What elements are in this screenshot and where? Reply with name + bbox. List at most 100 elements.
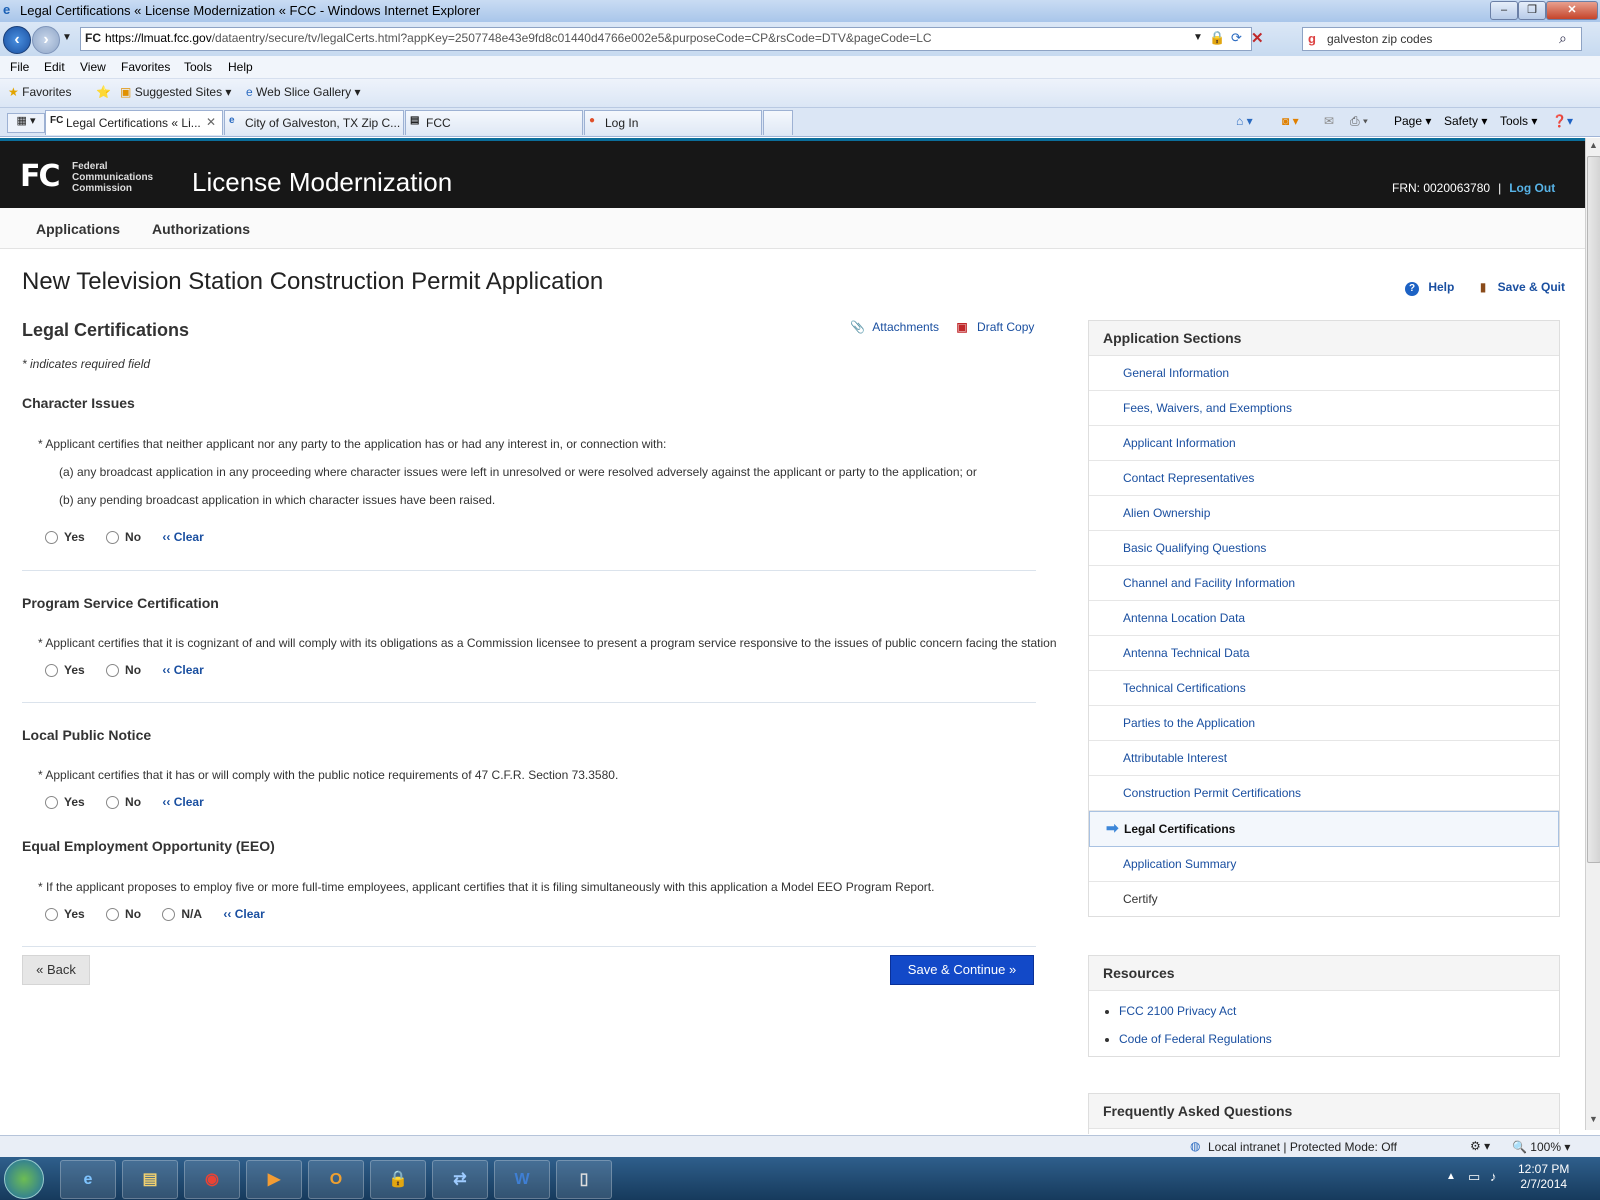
lock-icon[interactable]: 🔒 bbox=[1209, 30, 1225, 46]
help-menu-icon[interactable]: ❓▾ bbox=[1552, 114, 1573, 128]
close-window-button[interactable]: ✕ bbox=[1546, 1, 1598, 20]
tab-legal-certifications[interactable]: FC Legal Certifications « Li... ✕ bbox=[45, 110, 223, 135]
resource-item[interactable]: FCC 2100 Privacy Act bbox=[1089, 997, 1559, 1025]
minimize-button[interactable]: – bbox=[1490, 1, 1518, 20]
scroll-up-icon[interactable]: ▲ bbox=[1589, 140, 1598, 150]
refresh-icon[interactable]: ⟳ bbox=[1231, 30, 1242, 46]
logout-link[interactable]: Log Out bbox=[1509, 181, 1555, 195]
new-tab-button[interactable] bbox=[763, 110, 793, 135]
tray-expand-icon[interactable]: ▲ bbox=[1446, 1171, 1456, 1182]
tray-volume-icon[interactable]: ♪ bbox=[1490, 1169, 1497, 1184]
recent-pages-dropdown[interactable]: ▼ bbox=[62, 32, 72, 43]
sidebar-item-fees-waivers[interactable]: Fees, Waivers, and Exemptions bbox=[1089, 391, 1559, 426]
taskbar-outlook-icon[interactable]: O bbox=[308, 1160, 364, 1199]
eeo-clear-link[interactable]: ‹‹ Clear bbox=[223, 907, 264, 921]
sidebar-item-technical-certifications[interactable]: Technical Certifications bbox=[1089, 671, 1559, 706]
taskbar-security-icon[interactable]: 🔒 bbox=[370, 1160, 426, 1199]
favorites-button[interactable]: ★ Favorites bbox=[8, 85, 71, 99]
resource-item[interactable]: Code of Federal Regulations bbox=[1089, 1025, 1559, 1053]
save-quit-link[interactable]: Save & Quit bbox=[1498, 280, 1565, 294]
sidebar-item-channel-facility[interactable]: Channel and Facility Information bbox=[1089, 566, 1559, 601]
tools-menu[interactable]: Tools ▾ bbox=[1500, 114, 1537, 128]
home-icon[interactable]: ⌂ ▾ bbox=[1236, 114, 1253, 128]
tab-close-icon[interactable]: ✕ bbox=[206, 115, 216, 129]
eeo-yes-option[interactable]: Yes bbox=[45, 907, 85, 922]
back-nav-button[interactable]: ‹ bbox=[3, 26, 31, 54]
maximize-button[interactable]: ❐ bbox=[1518, 1, 1546, 20]
stop-icon[interactable]: ✕ bbox=[1251, 29, 1264, 47]
vertical-scrollbar[interactable]: ▲ ▼ bbox=[1585, 138, 1600, 1130]
start-button[interactable] bbox=[4, 1159, 44, 1199]
address-dropdown-icon[interactable]: ▼ bbox=[1193, 32, 1203, 43]
radio-button[interactable] bbox=[162, 908, 176, 922]
protected-mode-icon[interactable]: ⚙ ▾ bbox=[1470, 1139, 1490, 1153]
sidebar-item-antenna-technical[interactable]: Antenna Technical Data bbox=[1089, 636, 1559, 671]
sidebar-item-antenna-location[interactable]: Antenna Location Data bbox=[1089, 601, 1559, 636]
radio-button[interactable] bbox=[106, 531, 120, 545]
sidebar-item-parties[interactable]: Parties to the Application bbox=[1089, 706, 1559, 741]
tray-network-icon[interactable]: ▭ bbox=[1468, 1169, 1480, 1185]
menu-edit[interactable]: Edit bbox=[44, 60, 65, 74]
program-clear-link[interactable]: ‹‹ Clear bbox=[162, 663, 203, 677]
taskbar-ie-icon[interactable]: e bbox=[60, 1160, 116, 1199]
radio-button[interactable] bbox=[106, 796, 120, 810]
taskbar-explorer-icon[interactable]: ▤ bbox=[122, 1160, 178, 1199]
notice-no-option[interactable]: No bbox=[106, 795, 141, 810]
radio-button[interactable] bbox=[45, 796, 58, 810]
eeo-no-option[interactable]: No bbox=[106, 907, 141, 922]
nav-applications[interactable]: Applications bbox=[36, 221, 120, 237]
radio-button[interactable] bbox=[45, 908, 58, 922]
radio-button[interactable] bbox=[45, 664, 58, 678]
zoom-level[interactable]: 🔍 100% ▾ bbox=[1512, 1140, 1570, 1154]
taskbar-media-icon[interactable]: ▶ bbox=[246, 1160, 302, 1199]
page-menu[interactable]: Page ▾ bbox=[1394, 114, 1431, 128]
save-continue-button[interactable]: Save & Continue » bbox=[890, 955, 1034, 985]
scroll-down-icon[interactable]: ▼ bbox=[1589, 1114, 1598, 1124]
sidebar-item-alien-ownership[interactable]: Alien Ownership bbox=[1089, 496, 1559, 531]
sidebar-item-attributable-interest[interactable]: Attributable Interest bbox=[1089, 741, 1559, 776]
menu-tools[interactable]: Tools bbox=[184, 60, 212, 74]
eeo-na-option[interactable]: N/A bbox=[162, 907, 202, 922]
sidebar-item-legal-certifications[interactable]: ➡ Legal Certifications bbox=[1089, 811, 1559, 847]
sidebar-item-contact-representatives[interactable]: Contact Representatives bbox=[1089, 461, 1559, 496]
help-link[interactable]: Help bbox=[1428, 280, 1454, 294]
add-favorite-icon[interactable]: ⭐ bbox=[96, 85, 111, 99]
draft-copy-link[interactable]: Draft Copy bbox=[977, 320, 1034, 334]
sidebar-item-applicant-information[interactable]: Applicant Information bbox=[1089, 426, 1559, 461]
sidebar-item-basic-qualifying[interactable]: Basic Qualifying Questions bbox=[1089, 531, 1559, 566]
forward-nav-button[interactable]: › bbox=[32, 26, 60, 54]
menu-view[interactable]: View bbox=[80, 60, 106, 74]
tab-fcc[interactable]: ▤ FCC bbox=[405, 110, 583, 135]
tab-log-in[interactable]: ● Log In bbox=[584, 110, 762, 135]
notice-yes-option[interactable]: Yes bbox=[45, 795, 85, 810]
suggested-sites-link[interactable]: ▣ Suggested Sites ▾ bbox=[120, 85, 231, 99]
address-bar[interactable]: FC https://lmuat.fcc.gov/dataentry/secur… bbox=[80, 27, 1264, 51]
sidebar-item-general-information[interactable]: General Information bbox=[1089, 356, 1559, 391]
back-button[interactable]: « Back bbox=[22, 955, 90, 985]
menu-favorites[interactable]: Favorites bbox=[121, 60, 170, 74]
print-icon[interactable]: ⎙ ▾ bbox=[1350, 114, 1368, 129]
taskbar-word-icon[interactable]: W bbox=[494, 1160, 550, 1199]
search-box[interactable]: g galveston zip codes ⌕ bbox=[1302, 27, 1582, 51]
system-clock[interactable]: 12:07 PM 2/7/2014 bbox=[1518, 1162, 1569, 1192]
feeds-icon[interactable]: ◙ ▾ bbox=[1282, 114, 1299, 128]
taskbar-chrome-icon[interactable]: ◉ bbox=[184, 1160, 240, 1199]
sidebar-item-cp-certifications[interactable]: Construction Permit Certifications bbox=[1089, 776, 1559, 811]
scrollbar-thumb[interactable] bbox=[1587, 156, 1600, 863]
safety-menu[interactable]: Safety ▾ bbox=[1444, 114, 1487, 128]
taskbar-network-icon[interactable]: ⇄ bbox=[432, 1160, 488, 1199]
sidebar-item-application-summary[interactable]: Application Summary bbox=[1089, 847, 1559, 882]
character-clear-link[interactable]: ‹‹ Clear bbox=[162, 530, 203, 544]
attachments-link[interactable]: Attachments bbox=[872, 320, 939, 334]
radio-button[interactable] bbox=[45, 531, 58, 545]
search-icon[interactable]: ⌕ bbox=[1559, 30, 1567, 47]
character-no-option[interactable]: No bbox=[106, 530, 141, 545]
quick-tabs-button[interactable]: ▦ ▾ bbox=[7, 113, 45, 133]
character-yes-option[interactable]: Yes bbox=[45, 530, 85, 545]
nav-authorizations[interactable]: Authorizations bbox=[152, 221, 250, 237]
radio-button[interactable] bbox=[106, 664, 120, 678]
tab-galveston-zip[interactable]: e City of Galveston, TX Zip C... bbox=[224, 110, 404, 135]
radio-button[interactable] bbox=[106, 908, 120, 922]
program-no-option[interactable]: No bbox=[106, 663, 141, 678]
notice-clear-link[interactable]: ‹‹ Clear bbox=[162, 795, 203, 809]
